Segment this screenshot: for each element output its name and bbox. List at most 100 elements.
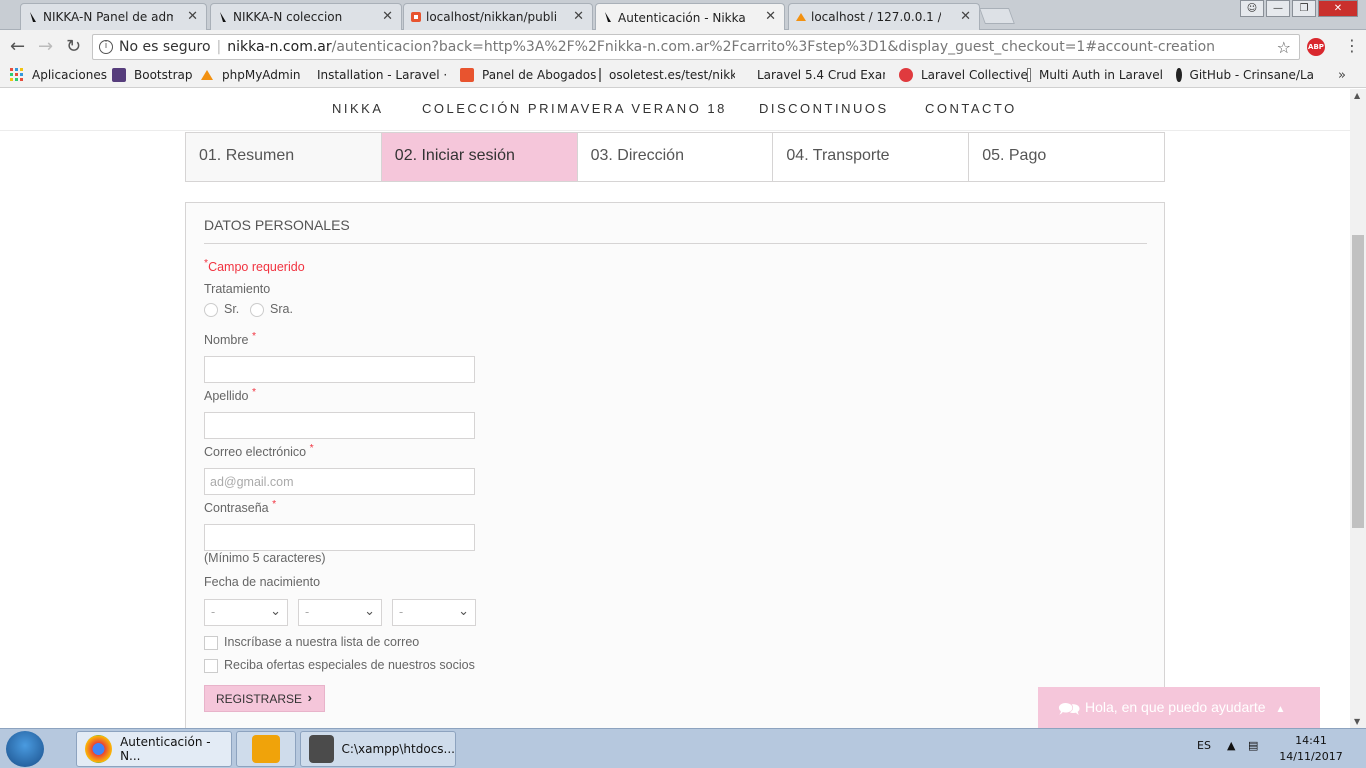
system-clock[interactable]: 14:41 14/11/2017 (1276, 733, 1346, 765)
info-icon[interactable]: i (99, 40, 113, 54)
birth-year-value: - (399, 605, 404, 619)
bookmark-aplicaciones[interactable]: Aplicaciones (10, 68, 107, 82)
bookmark-multi-auth[interactable]: Multi Auth in Laravel (1027, 68, 1163, 82)
tab-phpmyadmin[interactable]: localhost / 127.0.0.1 / nik ✕ (788, 3, 980, 30)
last-name-field[interactable] (204, 412, 475, 439)
laravel-icon (411, 12, 421, 22)
bookmark-label: GitHub - Crinsane/La (1189, 68, 1314, 82)
chevron-right-icon: › (307, 690, 312, 705)
bookmark-github[interactable]: GitHub - Crinsane/La (1176, 68, 1314, 82)
tab-localhost-nikkan[interactable]: localhost/nikkan/public/ ✕ (403, 3, 593, 30)
menu-icon[interactable]: ⋮ (1344, 36, 1360, 55)
laravel-collective-icon (899, 68, 913, 82)
bookmark-label: phpMyAdmin (222, 68, 301, 82)
register-button[interactable]: REGISTRARSE › (204, 685, 325, 712)
form-heading: DATOS PERSONALES (204, 217, 1147, 244)
chevron-down-icon: ⌄ (458, 603, 469, 618)
password-hint: (Mínimo 5 caracteres) (204, 551, 326, 565)
bookmark-laravel-collective[interactable]: Laravel Collective (899, 68, 1028, 82)
bookmark-osoletest[interactable]: osoletest.es/test/nikk (599, 68, 735, 82)
chevron-up-icon: ▲ (1275, 704, 1286, 715)
title-option-sra[interactable]: Sra. (270, 302, 293, 316)
language-indicator[interactable]: ES (1197, 739, 1211, 752)
network-icon[interactable]: ▤ (1248, 739, 1258, 752)
title-radio-sr[interactable] (204, 303, 218, 317)
birthdate-label: Fecha de nacimiento (204, 575, 321, 589)
adblock-plus-icon[interactable]: ABP (1307, 38, 1325, 56)
new-tab-button[interactable] (979, 8, 1015, 24)
restore-icon[interactable]: ❐ (1292, 0, 1316, 17)
close-icon[interactable]: ✕ (573, 9, 584, 24)
outlook-icon (252, 735, 280, 763)
clock-date: 14/11/2017 (1279, 750, 1343, 763)
title-radio-sra[interactable] (250, 303, 264, 317)
forward-icon[interactable]: → (38, 36, 53, 57)
security-label[interactable]: No es seguro (119, 39, 211, 55)
title-option-sr[interactable]: Sr. (224, 302, 239, 316)
newsletter-checkbox[interactable] (204, 636, 218, 650)
tab-title: NIKKA-N Panel de admin (43, 10, 173, 24)
bookmarks-more-icon[interactable]: » (1338, 68, 1346, 83)
step-resumen[interactable]: 01. Resumen (186, 133, 382, 181)
nav-nikka[interactable]: NIKKA (332, 101, 384, 116)
tab-nikka-panel[interactable]: NIKKA-N Panel de admin ✕ (20, 3, 207, 30)
birth-year-select[interactable]: - ⌄ (392, 599, 476, 626)
tray-expand-icon[interactable]: ▲ (1227, 739, 1235, 752)
birth-day-select[interactable]: - ⌄ (204, 599, 288, 626)
bookmark-label: Laravel 5.4 Crud Exan (757, 68, 885, 82)
taskbar-sublime[interactable]: C:\xampp\htdocs... (300, 731, 456, 767)
birth-month-select[interactable]: - ⌄ (298, 599, 382, 626)
github-icon (1176, 68, 1182, 82)
newsletter-label[interactable]: Inscríbase a nuestra lista de correo (224, 635, 419, 649)
phpmyadmin-icon (201, 70, 213, 80)
chevron-down-icon: ⌄ (364, 603, 375, 618)
bookmark-laravel-crud[interactable]: Laravel 5.4 Crud Exan (749, 68, 885, 82)
taskbar-outlook[interactable] (236, 731, 296, 767)
birth-day-value: - (211, 605, 216, 619)
scroll-up-icon[interactable]: ▲ (1354, 91, 1360, 100)
tab-nikka-coleccion[interactable]: NIKKA-N coleccion ✕ (210, 3, 402, 30)
apps-grid-icon (10, 68, 23, 81)
step-pago: 05. Pago (969, 133, 1164, 181)
scrollbar-thumb[interactable] (1352, 235, 1364, 528)
bookmark-label: Panel de Abogados (482, 68, 597, 82)
first-name-field[interactable] (204, 356, 475, 383)
password-field[interactable] (204, 524, 475, 551)
user-icon[interactable]: ☺ (1240, 0, 1264, 17)
page-icon (1027, 68, 1032, 82)
taskbar-chrome[interactable]: Autenticación - N... (76, 731, 232, 767)
nikka-icon (30, 12, 36, 22)
email-label: Correo electrónico * (204, 443, 314, 460)
email-field[interactable]: ad@gmail.com (204, 468, 475, 495)
site-nav: NIKKA COLECCIÓN PRIMAVERA VERANO 18 DISC… (0, 89, 1350, 131)
bookmark-bootstrap[interactable]: Bootstrap (112, 68, 192, 82)
nav-discontinuos[interactable]: DISCONTINUOS (759, 101, 889, 116)
bookmark-installation-laravel[interactable]: Installation - Laravel · (309, 68, 447, 82)
partners-label[interactable]: Reciba ofertas especiales de nuestros so… (224, 658, 475, 672)
chat-widget[interactable]: 🗪 Hola, en que puedo ayudarte ▲ (1038, 687, 1320, 728)
partners-checkbox[interactable] (204, 659, 218, 673)
step-iniciar-sesion[interactable]: 02. Iniciar sesión (381, 133, 578, 181)
scroll-down-icon[interactable]: ▼ (1354, 717, 1360, 726)
minimize-icon[interactable]: — (1266, 0, 1290, 17)
start-button-icon[interactable] (6, 731, 44, 767)
windows-taskbar: Autenticación - N... C:\xampp\htdocs... … (0, 728, 1366, 768)
address-bar[interactable]: i No es seguro | nikka-n.com.ar /autenti… (92, 34, 1300, 60)
page-scrollbar[interactable]: ▲ ▼ (1350, 89, 1366, 728)
back-icon[interactable]: ← (10, 36, 25, 57)
bookmark-phpmyadmin[interactable]: phpMyAdmin (200, 68, 301, 82)
close-icon[interactable]: ✕ (187, 9, 198, 24)
close-icon[interactable]: ✕ (382, 9, 393, 24)
bookmark-label: Laravel Collective (921, 68, 1028, 82)
close-icon[interactable]: ✕ (765, 9, 776, 24)
first-name-label: Nombre * (204, 331, 257, 348)
bookmark-star-icon[interactable]: ☆ (1277, 38, 1291, 57)
nav-coleccion[interactable]: COLECCIÓN PRIMAVERA VERANO 18 (422, 101, 727, 116)
close-window-icon[interactable]: ✕ (1318, 0, 1358, 17)
bookmark-panel-abogados[interactable]: Panel de Abogados (460, 68, 596, 82)
reload-icon[interactable]: ↻ (66, 36, 81, 57)
nav-contacto[interactable]: CONTACTO (925, 101, 1017, 116)
tab-autenticacion-nikka[interactable]: Autenticación - Nikka ✕ (595, 3, 785, 31)
register-label: REGISTRARSE (216, 692, 303, 706)
close-icon[interactable]: ✕ (960, 9, 971, 24)
